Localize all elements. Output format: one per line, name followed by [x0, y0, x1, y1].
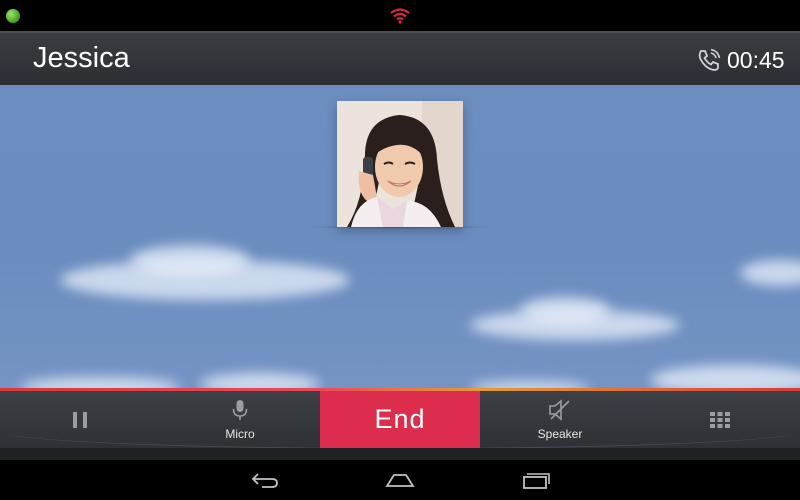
status-dot-icon: [6, 9, 20, 23]
caller-name: Jessica: [33, 42, 130, 74]
back-button[interactable]: [245, 468, 285, 492]
control-bar-footer: [0, 448, 800, 460]
micro-button[interactable]: Micro: [160, 391, 320, 448]
phone-call-icon: [698, 48, 721, 71]
speaker-muted-icon: [549, 398, 570, 421]
microphone-icon: [232, 399, 248, 420]
call-duration: 00:45: [727, 47, 785, 73]
call-background: [0, 85, 800, 388]
dialpad-icon: [710, 411, 730, 428]
call-controls: Micro End Speaker: [0, 391, 800, 449]
status-bar: [0, 0, 800, 31]
dialpad-button[interactable]: [640, 391, 800, 448]
navigation-bar: [0, 460, 800, 500]
call-header: Jessica 00:45: [0, 31, 800, 85]
back-icon: [251, 473, 278, 488]
micro-label: Micro: [225, 426, 255, 441]
home-icon: [385, 474, 415, 487]
wifi-icon: [390, 8, 410, 24]
speaker-label: Speaker: [537, 426, 583, 441]
caller-photo: [337, 101, 463, 227]
end-call-button[interactable]: End: [320, 391, 480, 448]
home-button[interactable]: [380, 468, 420, 492]
speaker-button[interactable]: Speaker: [480, 391, 640, 448]
recent-apps-button[interactable]: [516, 468, 556, 492]
pause-icon: [73, 411, 87, 428]
recent-apps-icon: [523, 473, 550, 489]
hold-button[interactable]: [0, 391, 160, 448]
